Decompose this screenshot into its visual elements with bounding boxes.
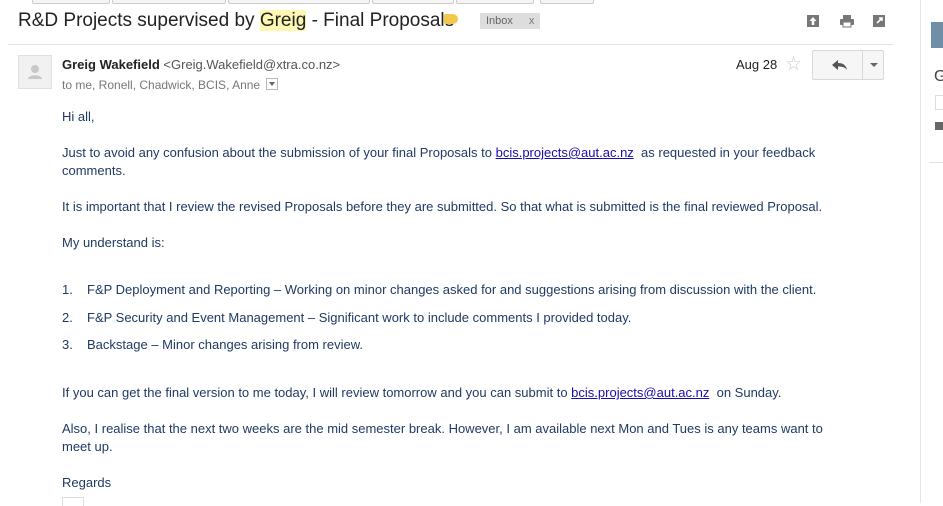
print-icon[interactable]: [839, 14, 854, 28]
top-tab-strip: [0, 0, 943, 4]
side-panel-icon[interactable]: [935, 95, 943, 110]
side-panel-icon[interactable]: [935, 122, 943, 130]
more-actions-dropdown[interactable]: [862, 51, 884, 79]
remove-label-button[interactable]: x: [529, 15, 535, 27]
sender-line: Greig Wakefield <Greig.Wakefield@xtra.co…: [62, 57, 340, 72]
reply-button[interactable]: [813, 51, 861, 79]
message-date: Aug 28: [736, 57, 778, 72]
body-paragraph-3: My understand is:: [62, 235, 165, 250]
subject-prefix: R&D Projects supervised by: [18, 10, 260, 31]
paragraph-text: Just to avoid any confusion about the su…: [62, 145, 496, 160]
paragraph-text: If you can get the final version to me t…: [62, 385, 572, 400]
sender-avatar[interactable]: [18, 55, 52, 89]
top-tab[interactable]: [372, 0, 454, 4]
list-number: 2.: [62, 310, 73, 325]
body-paragraph-2: It is important that I review the revise…: [62, 199, 823, 214]
reply-button-group: [812, 50, 884, 80]
paragraph-text: Also, I realise that the next two weeks …: [62, 421, 823, 436]
sender-email: <Greig.Wakefield@xtra.co.nz>: [163, 57, 341, 72]
list-text: Backstage – Minor changes arising from r…: [87, 337, 364, 352]
inbox-label-text: Inbox: [486, 15, 513, 27]
person-icon: [28, 65, 42, 79]
list-text: F&P Security and Event Management – Sign…: [87, 310, 632, 325]
star-icon[interactable]: ☆: [785, 53, 802, 76]
recipients-text: to me, Ronell, Chadwick, BCIS, Anne: [62, 78, 261, 92]
top-tab[interactable]: [112, 0, 226, 4]
subject-highlight: Greig: [259, 10, 307, 31]
list-item: 3. Backstage – Minor changes arising from…: [62, 336, 363, 354]
side-panel: G: [920, 0, 943, 503]
sender-name[interactable]: Greig Wakefield: [62, 57, 160, 72]
paragraph-text: on Sunday.: [709, 385, 782, 400]
subject-suffix: - Final Proposals: [306, 10, 455, 31]
list-item: 2. F&P Security and Event Management – Si…: [62, 309, 631, 327]
paragraph-text: as requested in your feedback: [633, 145, 816, 160]
closing: Regards: [62, 475, 112, 490]
paragraph-text: comments.: [62, 163, 126, 178]
body-paragraph-5: Also, I realise that the next two weeks …: [62, 420, 862, 456]
top-tab[interactable]: [32, 0, 110, 4]
email-link[interactable]: bcis.projects@aut.ac.nz: [571, 385, 709, 400]
quoted-text-toggle[interactable]: [62, 497, 84, 506]
contact-initial: G: [934, 68, 943, 85]
list-text: F&P Deployment and Reporting – Working o…: [87, 282, 817, 297]
list-item: 1. F&P Deployment and Reporting – Working…: [62, 281, 816, 299]
list-number: 1.: [62, 282, 73, 297]
body-paragraph-1: Just to avoid any confusion about the su…: [62, 144, 862, 180]
side-divider: [929, 162, 943, 163]
contact-photo[interactable]: [931, 22, 943, 48]
top-tab[interactable]: [540, 0, 594, 4]
label-tag-icon[interactable]: [444, 14, 458, 24]
archive-icon[interactable]: [806, 14, 820, 28]
paragraph-text: meet up.: [62, 439, 113, 454]
top-tab[interactable]: [456, 0, 534, 4]
inbox-label-chip[interactable]: Inbox x: [480, 13, 541, 29]
new-window-icon[interactable]: [872, 14, 886, 28]
greeting: Hi all,: [62, 109, 95, 124]
recipients-line: to me, Ronell, Chadwick, BCIS, Anne: [62, 78, 279, 92]
show-details-dropdown[interactable]: [266, 78, 279, 90]
top-tab[interactable]: [228, 0, 370, 4]
reply-icon: [832, 60, 847, 70]
header-divider: [8, 44, 894, 45]
email-link[interactable]: bcis.projects@aut.ac.nz: [496, 145, 634, 160]
email-subject: R&D Projects supervised by Greig - Final…: [18, 10, 454, 32]
body-paragraph-4: If you can get the final version to me t…: [62, 384, 862, 402]
list-number: 3.: [62, 337, 73, 352]
